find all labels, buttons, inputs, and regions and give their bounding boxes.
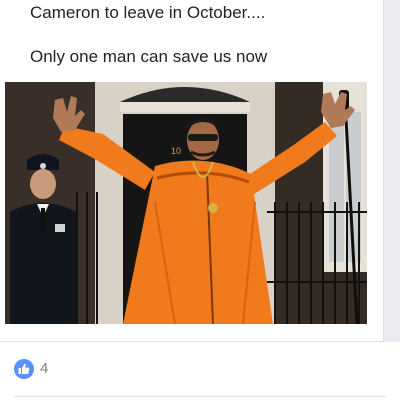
post-text-line-2: Only one man can save us now <box>30 47 268 66</box>
post-card: Cameron to leave in October.... Only one… <box>0 0 384 342</box>
post-text-line-1: Cameron to leave in October.... <box>30 3 266 22</box>
thumbs-up-glyph <box>18 363 30 374</box>
footer-divider <box>14 396 386 397</box>
reaction-count[interactable]: 4 <box>40 360 48 377</box>
thumbs-up-icon[interactable] <box>14 359 34 379</box>
post-photo[interactable]: 10 <box>5 82 367 324</box>
photo-illustration: 10 <box>5 82 367 324</box>
svg-text:10: 10 <box>171 146 181 156</box>
post-footer: 4 <box>0 342 400 400</box>
